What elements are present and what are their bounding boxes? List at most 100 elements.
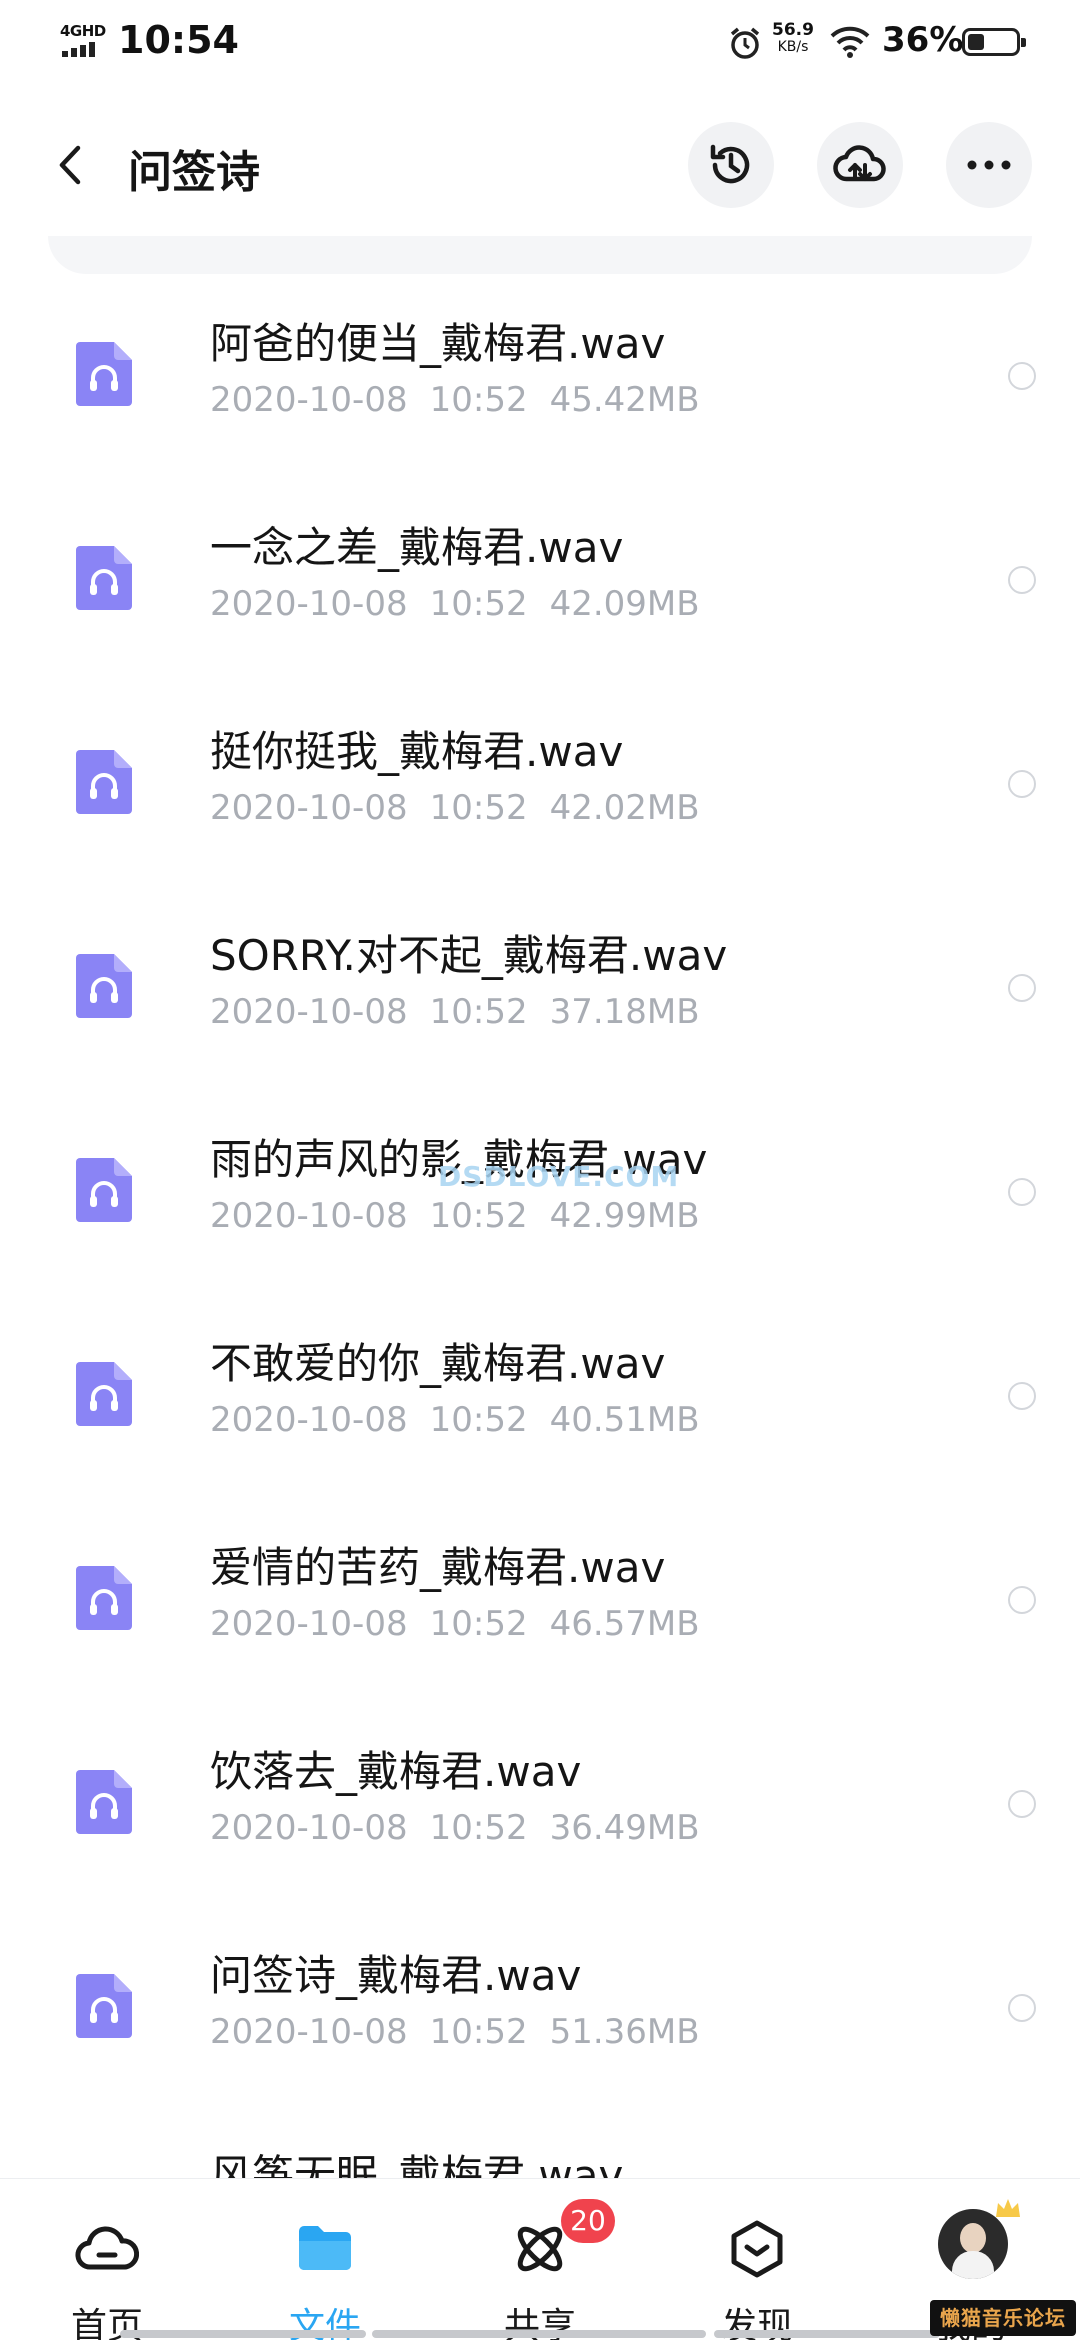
select-radio[interactable] (1008, 1382, 1036, 1410)
file-date: 2020-10-08 (210, 2012, 408, 2052)
file-date: 2020-10-08 (210, 1400, 408, 1440)
file-size: 45.42MB (549, 380, 700, 420)
top-app-bar: 问签诗 (0, 100, 1080, 230)
nav-share[interactable]: 20 共享 (465, 2199, 615, 2340)
audio-file-icon (76, 1974, 132, 2038)
file-row[interactable]: SORRY.对不起_戴梅君.wav 2020-10-08 10:52 37.18MB (0, 888, 1080, 1092)
file-size: 42.02MB (549, 788, 700, 828)
cellular-signal-icon: 4GHD (60, 22, 106, 58)
home-cloud-icon (75, 2226, 139, 2270)
audio-file-icon (76, 1770, 132, 1834)
forum-watermark-sticker: 懒猫音乐论坛 (930, 2300, 1076, 2336)
back-icon[interactable] (50, 140, 90, 190)
audio-file-icon (76, 1362, 132, 1426)
battery-percent: 36% (882, 20, 964, 60)
watermark: DSDLOVE.COM (438, 1160, 680, 1193)
audio-file-icon (76, 342, 132, 406)
file-meta: 2020-10-08 10:52 42.02MB (210, 788, 722, 828)
file-name: 问签诗_戴梅君.wav (210, 1951, 582, 2000)
select-radio[interactable] (1008, 1790, 1036, 1818)
file-time: 10:52 (429, 2012, 528, 2052)
file-size: 37.18MB (549, 992, 700, 1032)
cloud-transfer-button[interactable] (817, 122, 903, 208)
file-row[interactable]: 挺你挺我_戴梅君.wav 2020-10-08 10:52 42.02MB (0, 684, 1080, 888)
file-time: 10:52 (429, 1196, 528, 1236)
audio-file-icon (76, 1566, 132, 1630)
file-time: 10:52 (429, 1808, 528, 1848)
folder-icon (299, 2226, 351, 2270)
select-radio[interactable] (1008, 770, 1036, 798)
file-name: 阿爸的便当_戴梅君.wav (210, 319, 666, 368)
file-size: 46.57MB (549, 1604, 700, 1644)
avatar (938, 2209, 1008, 2279)
file-date: 2020-10-08 (210, 380, 408, 420)
select-radio[interactable] (1008, 974, 1036, 1002)
status-time: 10:54 (118, 18, 239, 62)
file-size: 51.36MB (549, 2012, 700, 2052)
file-row[interactable]: 饮落去_戴梅君.wav 2020-10-08 10:52 36.49MB (0, 1704, 1080, 1908)
alarm-icon (730, 27, 760, 59)
file-time: 10:52 (429, 1400, 528, 1440)
nav-files[interactable]: 文件 (250, 2199, 400, 2340)
file-row[interactable]: 爱情的苦药_戴梅君.wav 2020-10-08 10:52 46.57MB (0, 1500, 1080, 1704)
file-date: 2020-10-08 (210, 584, 408, 624)
crown-icon (996, 2199, 1020, 2217)
file-name: 饮落去_戴梅君.wav (210, 1747, 582, 1796)
wifi-icon (830, 26, 870, 58)
file-time: 10:52 (429, 584, 528, 624)
history-icon (710, 144, 750, 184)
file-meta: 2020-10-08 10:52 36.49MB (210, 1808, 722, 1848)
file-size: 42.99MB (549, 1196, 700, 1236)
file-name: 挺你挺我_戴梅君.wav (210, 727, 624, 776)
file-meta: 2020-10-08 10:52 42.09MB (210, 584, 722, 624)
select-radio[interactable] (1008, 1178, 1036, 1206)
discover-hexagon-icon (731, 2220, 783, 2278)
nav-discover[interactable]: 发现 (682, 2199, 832, 2340)
file-meta: 2020-10-08 10:52 46.57MB (210, 1604, 722, 1644)
file-time: 10:52 (429, 380, 528, 420)
select-radio[interactable] (1008, 1586, 1036, 1614)
file-date: 2020-10-08 (210, 1196, 408, 1236)
file-row[interactable]: 不敢爱的你_戴梅君.wav 2020-10-08 10:52 40.51MB (0, 1296, 1080, 1500)
file-meta: 2020-10-08 10:52 40.51MB (210, 1400, 722, 1440)
file-name: 一念之差_戴梅君.wav (210, 523, 624, 572)
file-meta: 2020-10-08 10:52 45.42MB (210, 380, 722, 420)
file-meta: 2020-10-08 10:52 37.18MB (210, 992, 722, 1032)
more-options-button[interactable] (946, 122, 1032, 208)
collapsed-header-card (48, 236, 1032, 274)
network-type: 4GHD (60, 22, 106, 40)
file-meta: 2020-10-08 10:52 51.36MB (210, 2012, 722, 2052)
file-row[interactable]: 雨的声风的影_戴梅君.wav 2020-10-08 10:52 42.99MB (0, 1092, 1080, 1296)
speed-value: 56.9 (772, 20, 814, 40)
page-title: 问签诗 (128, 147, 260, 198)
gesture-bar (714, 2330, 940, 2338)
file-date: 2020-10-08 (210, 788, 408, 828)
speed-unit: KB/s (777, 39, 809, 55)
audio-file-icon (76, 954, 132, 1018)
file-time: 10:52 (429, 1604, 528, 1644)
network-speed: 56.9 KB/s (770, 22, 816, 56)
history-button[interactable] (688, 122, 774, 208)
file-list: 阿爸的便当_戴梅君.wav 2020-10-08 10:52 45.42MB 一念之… (0, 276, 1080, 2316)
file-meta: 2020-10-08 10:52 42.99MB (210, 1196, 722, 1236)
gesture-bar (372, 2330, 706, 2338)
file-time: 10:52 (429, 992, 528, 1032)
file-size: 42.09MB (549, 584, 700, 624)
status-bar: 4GHD 10:54 56.9 KB/s 36% (0, 0, 1080, 86)
file-name: 爱情的苦药_戴梅君.wav (210, 1543, 666, 1592)
select-radio[interactable] (1008, 1994, 1036, 2022)
file-date: 2020-10-08 (210, 1604, 408, 1644)
select-radio[interactable] (1008, 566, 1036, 594)
share-badge: 20 (561, 2199, 615, 2243)
file-row[interactable]: 一念之差_戴梅君.wav 2020-10-08 10:52 42.09MB (0, 480, 1080, 684)
file-date: 2020-10-08 (210, 1808, 408, 1848)
file-row[interactable]: 阿爸的便当_戴梅君.wav 2020-10-08 10:52 45.42MB (0, 276, 1080, 480)
select-radio[interactable] (1008, 362, 1036, 390)
file-time: 10:52 (429, 788, 528, 828)
audio-file-icon (76, 1158, 132, 1222)
file-size: 36.49MB (549, 1808, 700, 1848)
audio-file-icon (76, 546, 132, 610)
nav-home[interactable]: 首页 (32, 2199, 182, 2340)
gesture-bar (120, 2330, 366, 2338)
file-row[interactable]: 问签诗_戴梅君.wav 2020-10-08 10:52 51.36MB (0, 1908, 1080, 2112)
